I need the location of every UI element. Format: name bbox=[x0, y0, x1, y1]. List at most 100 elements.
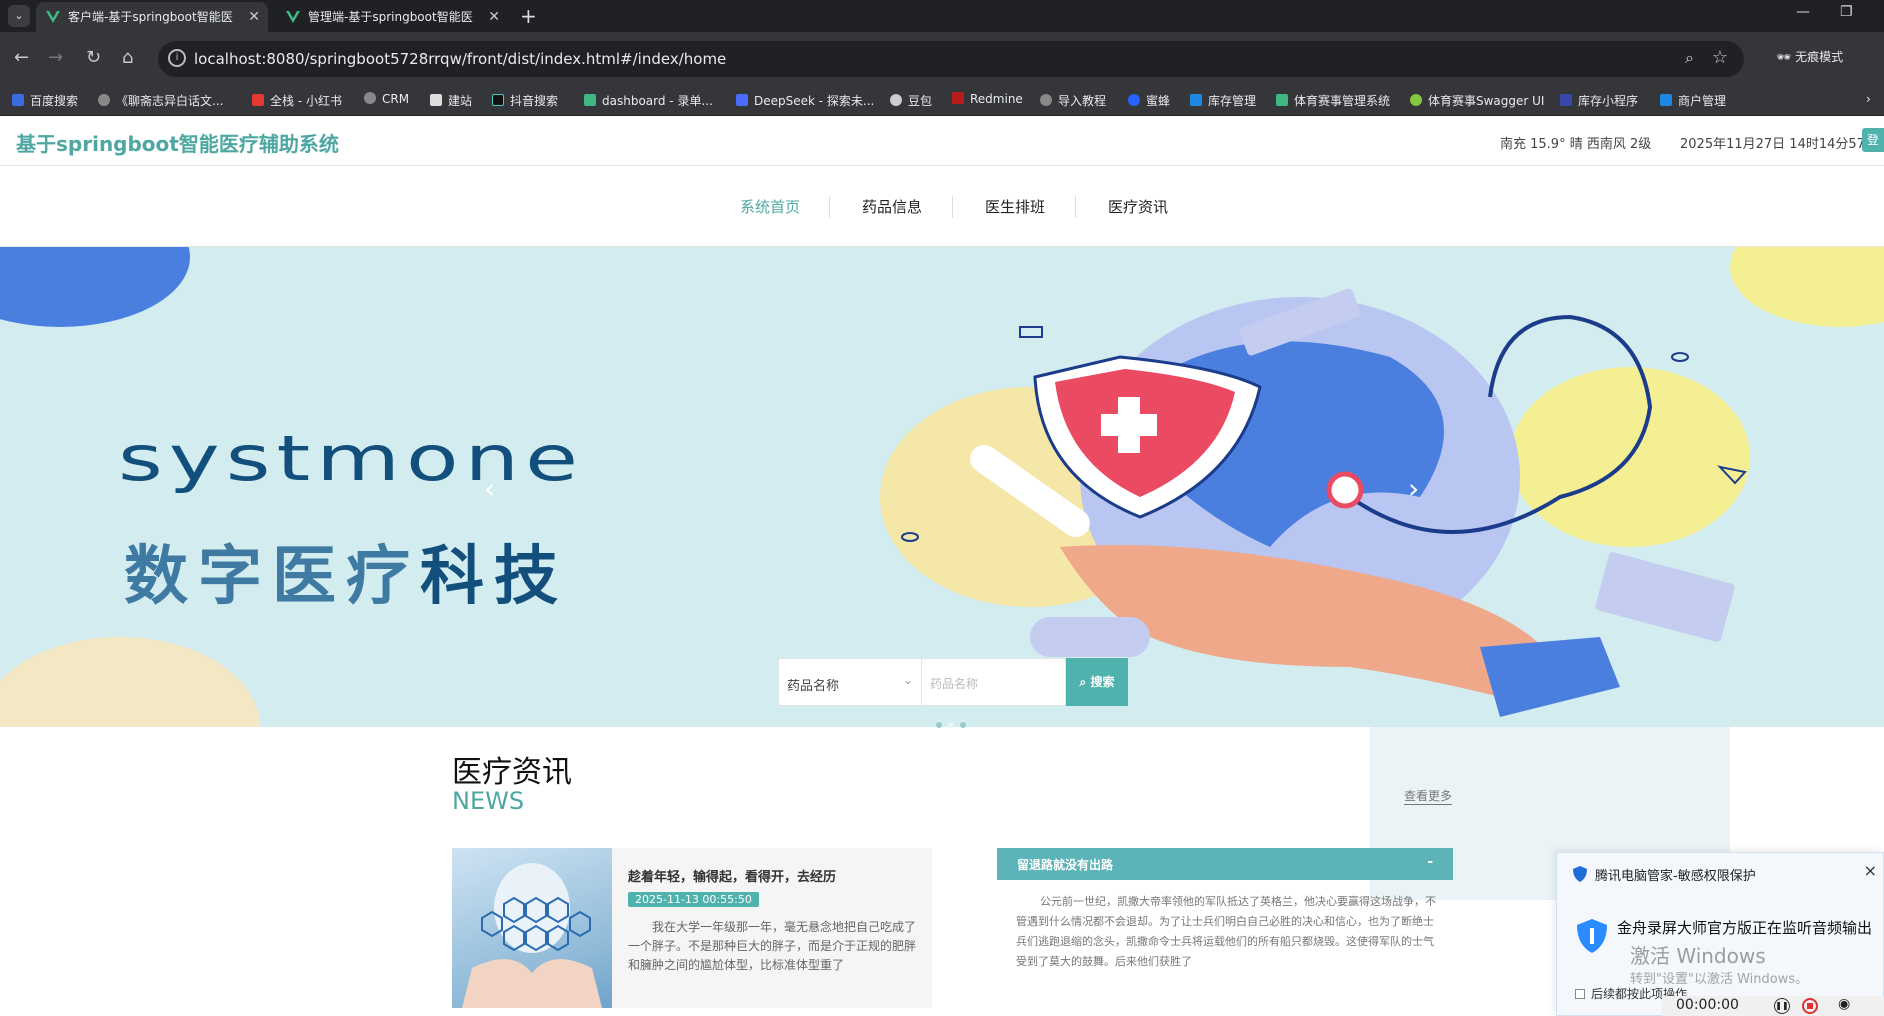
xiaohongshu-icon bbox=[252, 94, 264, 106]
site-info-icon[interactable]: i bbox=[168, 49, 186, 67]
news-card-date: 2025-11-13 00:55:50 bbox=[628, 892, 759, 907]
bookmark-label: 豆包 bbox=[908, 94, 933, 108]
bookmark-item[interactable]: 库存小程序 bbox=[1560, 92, 1638, 109]
bookmark-label: 体育赛事管理系统 bbox=[1294, 94, 1391, 108]
app-icon bbox=[1560, 94, 1572, 106]
bookmarks-overflow-icon[interactable]: › bbox=[1866, 92, 1871, 106]
zoom-icon[interactable]: ⌕ bbox=[1685, 48, 1694, 68]
bookmark-item[interactable]: 体育赛事Swagger UI bbox=[1410, 92, 1544, 109]
bookmark-label: 体育赛事Swagger UI bbox=[1428, 94, 1545, 108]
pause-icon[interactable]: ❚❚ bbox=[1774, 998, 1790, 1014]
login-button[interactable]: 登 bbox=[1862, 128, 1884, 152]
nav-home[interactable]: 系统首页 bbox=[740, 196, 800, 217]
bookmark-label: 导入教程 bbox=[1058, 94, 1107, 108]
hero-carousel[interactable]: systmone 数字医疗科技 ‹ › bbox=[0, 247, 1884, 727]
bookmark-label: dashboard - 录单... bbox=[602, 94, 713, 108]
tab-client-label: 客户端-基于springboot智能医 bbox=[68, 10, 233, 24]
bookmark-label: DeepSeek - 探索未... bbox=[754, 94, 875, 108]
bookmark-item[interactable]: 商户管理 bbox=[1660, 92, 1726, 109]
deepseek-icon bbox=[736, 94, 748, 106]
search-input[interactable]: 药品名称 bbox=[922, 658, 1066, 706]
minimize-icon[interactable]: — bbox=[1796, 4, 1810, 20]
stop-record-icon[interactable] bbox=[1802, 998, 1818, 1014]
nav-doctor-schedule[interactable]: 医生排班 bbox=[985, 196, 1045, 217]
news-accordion-body: 公元前一世纪，凯撒大帝率领他的军队抵达了英格兰，他决心要赢得这场战争，不管遇到什… bbox=[1016, 895, 1436, 968]
weather-info: 南充 15.9° 晴 西南风 2级 bbox=[1500, 137, 1652, 152]
tab-close-icon[interactable]: ✕ bbox=[248, 2, 260, 32]
bookmark-label: CRM bbox=[382, 92, 410, 106]
search-field-select[interactable]: 药品名称 ⌄ bbox=[778, 658, 922, 706]
bookmark-item[interactable]: Redmine bbox=[952, 92, 1023, 106]
bookmark-item[interactable]: 抖音搜索 bbox=[492, 92, 558, 109]
bookmark-item[interactable]: dashboard - 录单... bbox=[584, 92, 713, 109]
news-thumbnail[interactable] bbox=[452, 848, 612, 1008]
site-title[interactable]: 基于springboot智能医疗辅助系统 bbox=[16, 128, 339, 157]
nav-divider bbox=[952, 196, 953, 218]
bookmark-item[interactable]: DeepSeek - 探索未... bbox=[736, 92, 874, 109]
bookmark-star-icon[interactable]: ☆ bbox=[1712, 47, 1728, 68]
bookmark-item[interactable]: 建站 bbox=[430, 92, 472, 109]
search-field-value: 药品名称 bbox=[787, 679, 840, 694]
new-tab-button[interactable]: + bbox=[520, 4, 537, 28]
carousel-prev-icon[interactable]: ‹ bbox=[484, 472, 495, 505]
globe-icon bbox=[98, 94, 110, 106]
shield-icon bbox=[1573, 866, 1587, 882]
view-more-link[interactable]: 查看更多 bbox=[1404, 787, 1453, 805]
nav-medical-news[interactable]: 医疗资讯 bbox=[1108, 196, 1168, 217]
tab-close-icon[interactable]: ✕ bbox=[488, 2, 500, 32]
site-icon bbox=[430, 94, 442, 106]
bookmark-item[interactable]: 蜜蜂 bbox=[1128, 92, 1170, 109]
bookmark-item[interactable]: 导入教程 bbox=[1040, 92, 1106, 109]
news-card[interactable]: 趁着年轻，输得起，看得开，去经历 2025-11-13 00:55:50 我在大… bbox=[452, 848, 932, 1008]
popup-title: 腾讯电脑管家-敏感权限保护 bbox=[1595, 869, 1756, 884]
carousel-next-icon[interactable]: › bbox=[1408, 472, 1419, 505]
windows-activation-hint: 转到"设置"以激活 Windows。 bbox=[1630, 972, 1809, 987]
vue-logo-icon bbox=[46, 11, 60, 23]
url-text[interactable]: localhost:8080/springboot5728rrqw/front/… bbox=[194, 50, 726, 68]
brand-logo-text: systmone bbox=[118, 423, 585, 495]
bookmark-item[interactable]: CRM bbox=[364, 92, 409, 106]
forward-icon[interactable]: → bbox=[48, 48, 63, 68]
bookmark-label: 商户管理 bbox=[1678, 94, 1727, 108]
omnibox[interactable]: i localhost:8080/springboot5728rrqw/fron… bbox=[158, 41, 1744, 77]
search-button[interactable]: ⌕ 搜索 bbox=[1066, 658, 1128, 706]
news-section-title: 医疗资讯 bbox=[452, 755, 572, 790]
nav-medicine[interactable]: 药品信息 bbox=[862, 196, 922, 217]
camera-icon[interactable]: ◉ bbox=[1838, 996, 1850, 1012]
datetime-display: 2025年11月27日 14时14分57秒 bbox=[1680, 137, 1878, 152]
popup-message: 金舟录屏大师官方版正在监听音频输出 bbox=[1617, 919, 1873, 937]
incognito-label: 无痕模式 bbox=[1795, 50, 1844, 64]
restore-icon[interactable]: ❐ bbox=[1840, 4, 1853, 20]
windows-activation-watermark: 激活 Windows bbox=[1630, 944, 1766, 968]
news-accordion-header[interactable]: 留退路就没有出路 - bbox=[997, 848, 1453, 880]
security-popup: 腾讯电脑管家-敏感权限保护 × 金舟录屏大师官方版正在监听音频输出 后续都按此项… bbox=[1556, 852, 1884, 1016]
main-nav: 系统首页 药品信息 医生排班 医疗资讯 bbox=[0, 166, 1884, 247]
close-icon[interactable]: × bbox=[1864, 861, 1877, 880]
accordion-title: 留退路就没有出路 bbox=[1017, 858, 1114, 872]
news-card-title[interactable]: 趁着年轻，输得起，看得开，去经历 bbox=[628, 866, 836, 885]
chevron-down-icon: ⌄ bbox=[902, 673, 913, 687]
vue-icon bbox=[1276, 94, 1288, 106]
medicine-search: 药品名称 ⌄ 药品名称 ⌕ 搜索 bbox=[778, 658, 1128, 706]
bookmark-item[interactable]: 体育赛事管理系统 bbox=[1276, 92, 1390, 109]
tab-client[interactable]: 客户端-基于springboot智能医 ✕ bbox=[36, 2, 268, 32]
app-icon bbox=[1660, 94, 1672, 106]
collapse-icon[interactable]: - bbox=[1427, 854, 1433, 870]
tab-admin[interactable]: 管理端-基于springboot智能医 ✕ bbox=[276, 2, 508, 32]
bookmark-item[interactable]: 百度搜索 bbox=[12, 92, 78, 109]
news-section-subtitle: NEWS bbox=[452, 787, 525, 815]
tab-search-menu-icon[interactable]: ⌄ bbox=[8, 5, 30, 27]
bookmark-item[interactable]: 《聊斋志异白话文... bbox=[98, 92, 223, 109]
incognito-indicator[interactable]: 🕶 无痕模式 bbox=[1776, 48, 1843, 65]
vue-icon bbox=[584, 94, 596, 106]
back-icon[interactable]: ← bbox=[14, 48, 29, 68]
reload-icon[interactable]: ↻ bbox=[86, 48, 101, 68]
brand-tagline: 数字医疗科技 bbox=[124, 525, 568, 617]
bookmark-item[interactable]: 豆包 bbox=[890, 92, 932, 109]
home-icon[interactable]: ⌂ bbox=[122, 48, 133, 68]
bookmark-item[interactable]: 库存管理 bbox=[1190, 92, 1256, 109]
bookmark-item[interactable]: 全栈 - 小红书 bbox=[252, 92, 342, 109]
checkbox-box[interactable] bbox=[1575, 989, 1585, 999]
bookmark-label: 《聊斋志异白话文... bbox=[116, 94, 224, 108]
brand-tagline-left: 数字医疗 bbox=[124, 540, 420, 614]
